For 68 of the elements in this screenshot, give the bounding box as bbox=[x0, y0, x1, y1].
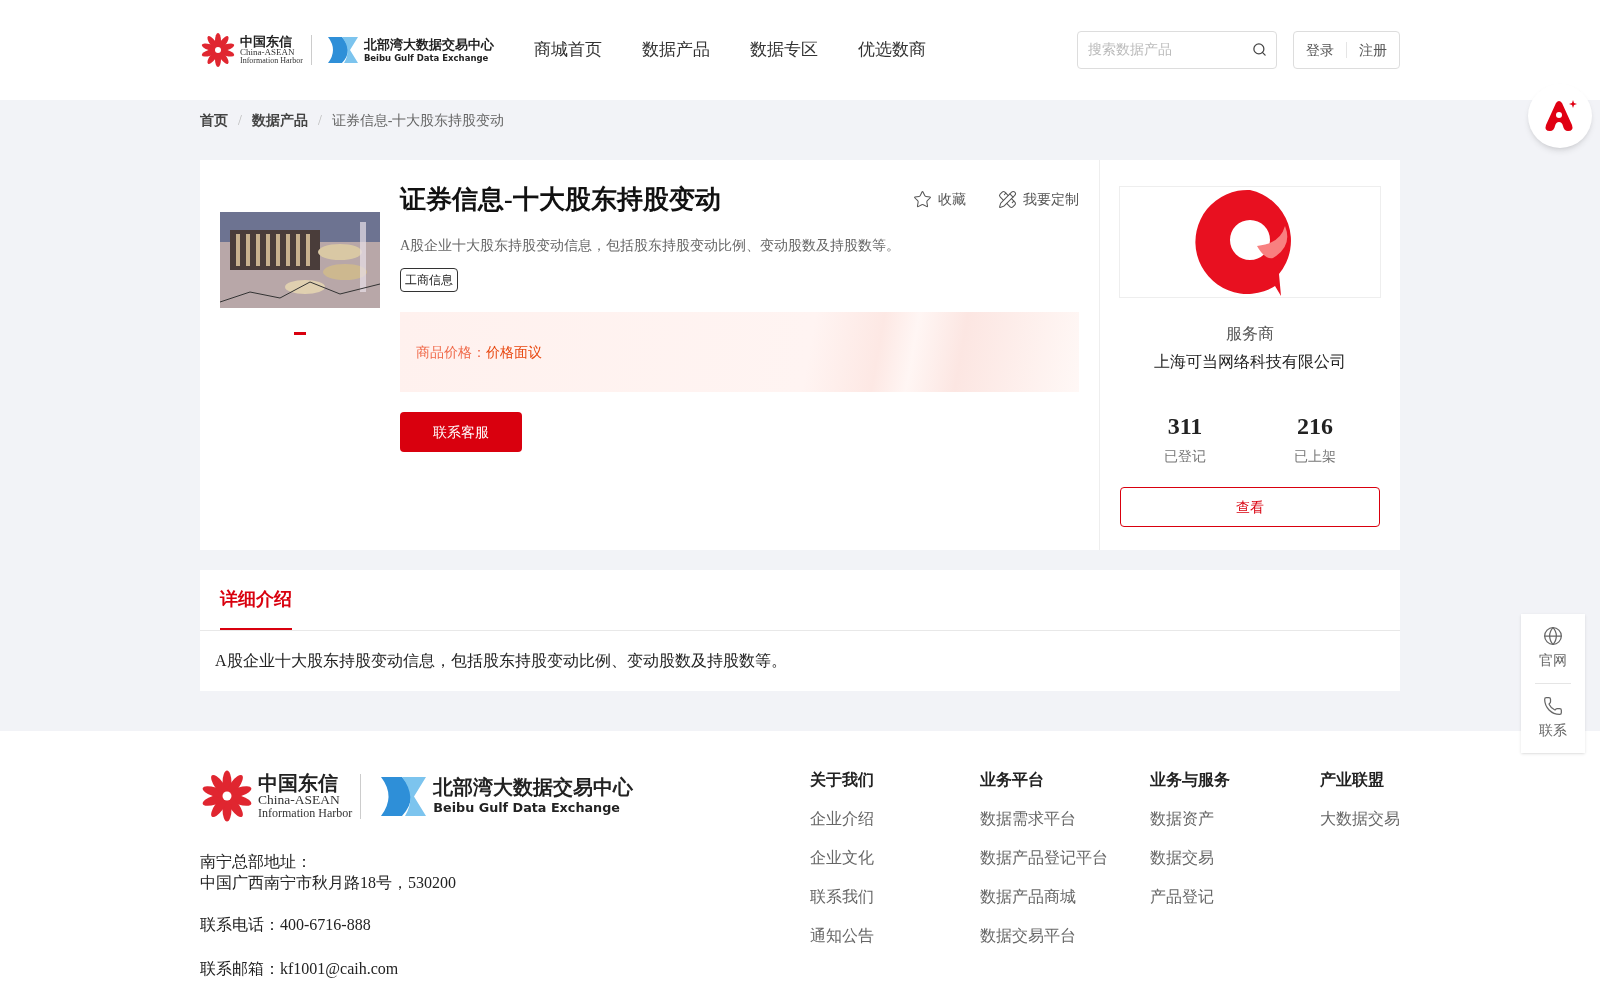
nav-link[interactable]: 数据专区 bbox=[749, 37, 818, 63]
brand-name: 中国东信 bbox=[240, 35, 292, 48]
stat-value: 216 bbox=[1297, 414, 1333, 438]
detail-tab[interactable]: 详细介绍 bbox=[220, 570, 292, 630]
email-text: 联系邮箱：kf1001@caih.com bbox=[200, 959, 400, 980]
footer-link[interactable]: 数据产品商城 bbox=[980, 886, 1150, 908]
exchange-english: Beibu Gulf Data Exchange bbox=[363, 52, 490, 64]
breadcrumb-current: 证券信息-十大股东持股变动 bbox=[331, 111, 505, 130]
price-label: 商品价格：价格面议 bbox=[416, 343, 542, 362]
logo[interactable]: 中国东信 China-ASEAN Information Harbor 北部湾大数据交易中心 Beibu Gulf Data Exchange bbox=[200, 32, 494, 68]
auth-link[interactable]: 注册 bbox=[1359, 39, 1387, 61]
footer-heading: 业务与服务 bbox=[1150, 770, 1231, 790]
globe-icon bbox=[1543, 626, 1563, 646]
nav-link[interactable]: 商城首页 bbox=[533, 37, 602, 63]
star-icon bbox=[913, 190, 932, 209]
customize-button[interactable]: 我要定制 bbox=[998, 189, 1079, 210]
footer-heading: 关于我们 bbox=[810, 770, 875, 790]
detail-text: A股企业十大股东持股变动信息，包括股东持股变动比例、变动股数及持股数等。 bbox=[214, 651, 788, 671]
footer-link[interactable]: 数据交易 bbox=[1150, 847, 1320, 869]
auth-link[interactable]: 登录 bbox=[1306, 39, 1334, 61]
product-description: A股企业十大股东持股变动信息，包括股东持股变动比例、变动股数及持股数等。 bbox=[400, 237, 902, 255]
stat-label: 已上架 bbox=[1294, 448, 1336, 466]
footer-link[interactable]: 通知公告 bbox=[810, 925, 980, 947]
phone-icon bbox=[1543, 696, 1563, 716]
phone-text: 联系电话：400-6716-888 bbox=[200, 915, 372, 935]
brand-english: China-ASEAN bbox=[240, 48, 296, 57]
footer-link[interactable]: 企业文化 bbox=[810, 847, 980, 869]
footer-link[interactable]: 数据产品登记平台 bbox=[980, 847, 1150, 869]
product-title: 证券信息-十大股东持股变动 bbox=[400, 184, 721, 216]
brand-name: 中国东信 bbox=[258, 773, 339, 793]
contact-button[interactable]: 联系客服 bbox=[400, 412, 522, 452]
stat-value: 311 bbox=[1167, 414, 1203, 438]
footer-link[interactable]: 数据资产 bbox=[1150, 808, 1320, 830]
breadcrumb-link[interactable]: 首页 bbox=[200, 109, 228, 131]
exchange-english: Beibu Gulf Data Exchange bbox=[433, 800, 621, 817]
nav-link[interactable]: 优选数商 bbox=[857, 37, 926, 63]
flower-logo-icon bbox=[200, 769, 254, 823]
breadcrumb-separator: / bbox=[238, 111, 242, 130]
category-tag: 工商信息 bbox=[400, 268, 458, 292]
footer-link[interactable]: 数据需求平台 bbox=[980, 808, 1150, 830]
address-text: 南宁总部地址： 中国广西南宁市秋月路18号，530200 bbox=[200, 852, 457, 893]
brand-subtitle: Information Harbor bbox=[240, 57, 303, 65]
nav-link[interactable]: 数据产品 bbox=[641, 37, 710, 63]
breadcrumb-separator: / bbox=[317, 111, 322, 130]
exchange-name: 北部湾大数据交易中心 bbox=[433, 775, 634, 800]
side-link[interactable]: 联系 bbox=[1539, 696, 1567, 741]
provider-role: 服务商 bbox=[1226, 324, 1274, 344]
footer-link[interactable]: 数据交易平台 bbox=[980, 925, 1150, 947]
side-link[interactable]: 官网 bbox=[1539, 626, 1567, 671]
footer-heading: 业务平台 bbox=[980, 770, 1045, 790]
brand-subtitle: Information Harbor bbox=[258, 806, 353, 819]
logo[interactable]: 中国东信 China-ASEAN Information Harbor 北部湾大数据交易中心 Beibu Gulf Data Exchange bbox=[200, 769, 810, 823]
breadcrumb-link[interactable]: 数据产品 bbox=[251, 109, 308, 131]
pencil-ruler-icon bbox=[998, 190, 1017, 209]
footer-heading: 产业联盟 bbox=[1320, 770, 1385, 790]
favorite-button[interactable]: 收藏 bbox=[913, 189, 966, 210]
footer-link[interactable]: 企业介绍 bbox=[810, 808, 980, 830]
search-icon[interactable] bbox=[1252, 42, 1267, 57]
stat-label: 已登记 bbox=[1164, 448, 1206, 466]
provider-name: 上海可当网络科技有限公司 bbox=[1154, 352, 1346, 372]
search-field[interactable]: 搜索数据产品 bbox=[1077, 31, 1277, 69]
view-button[interactable]: 查看 bbox=[1120, 487, 1380, 527]
flower-logo-icon bbox=[200, 32, 236, 68]
footer-link[interactable]: 产品登记 bbox=[1150, 886, 1320, 908]
brand-english: China-ASEAN bbox=[258, 793, 341, 807]
footer-link[interactable]: 联系我们 bbox=[810, 886, 980, 908]
footer-link[interactable]: 大数据交易 bbox=[1320, 808, 1400, 830]
exchange-name: 北部湾大数据交易中心 bbox=[363, 36, 494, 53]
